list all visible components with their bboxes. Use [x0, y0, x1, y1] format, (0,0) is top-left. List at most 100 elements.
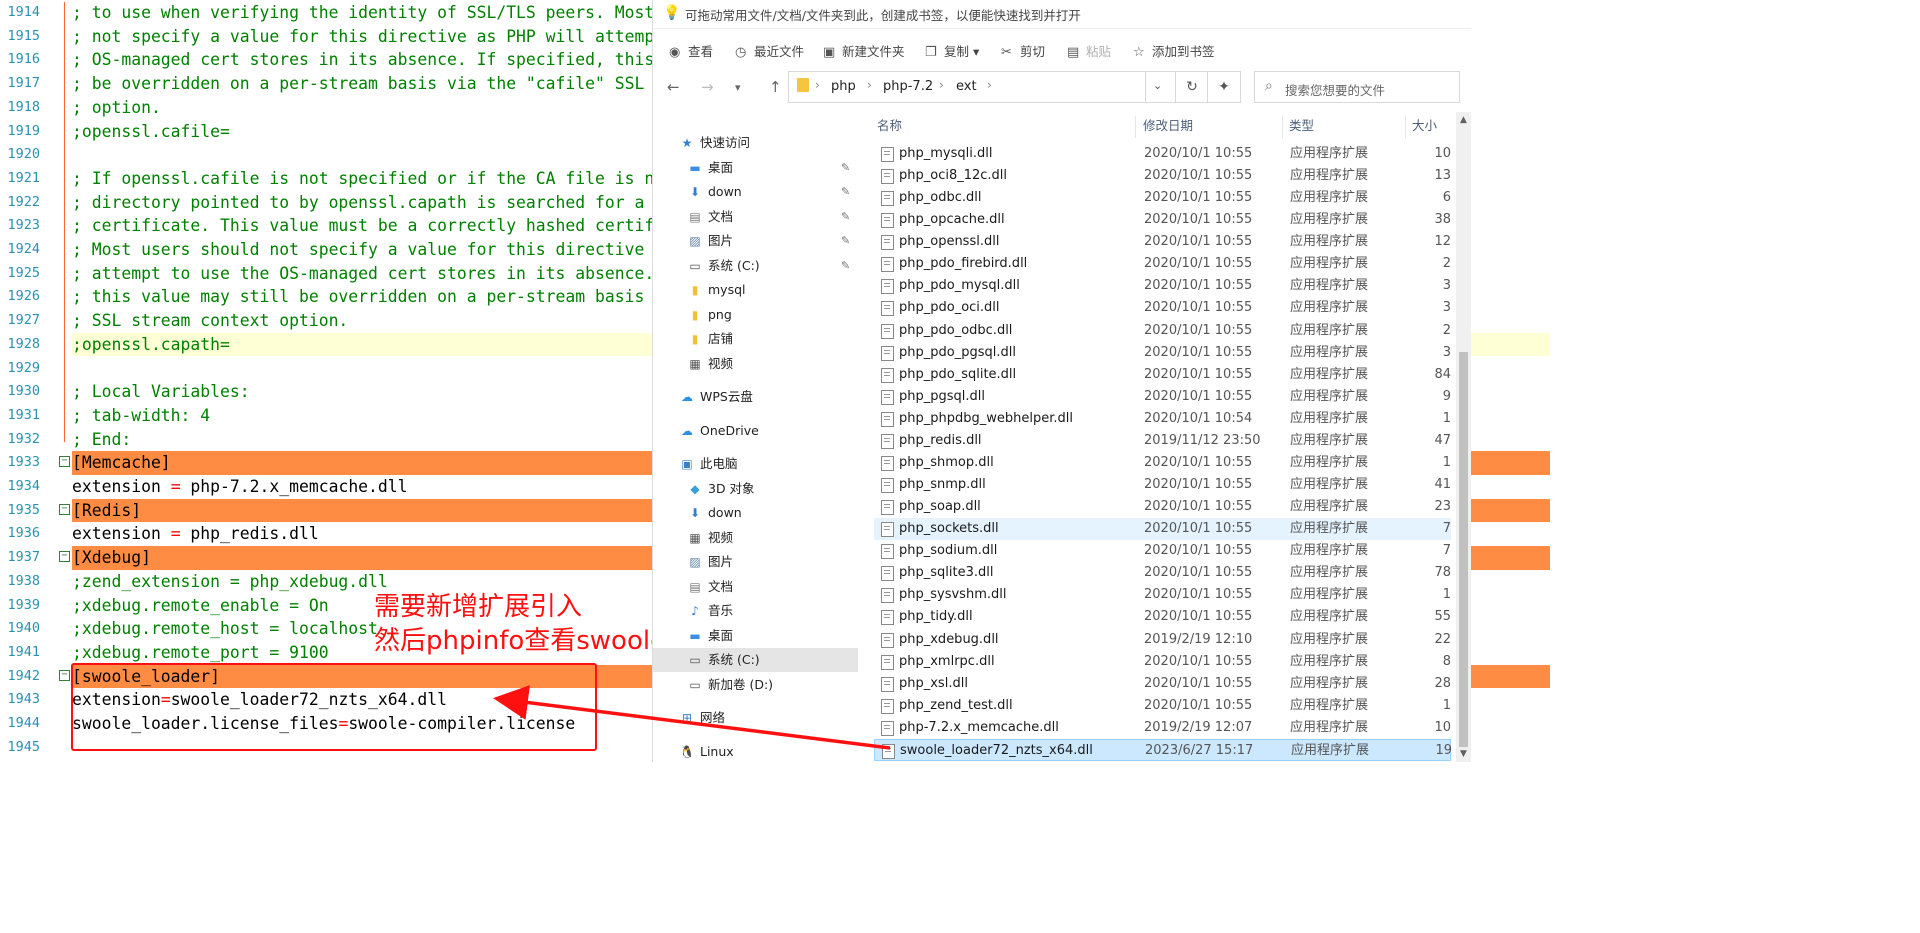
- file-row[interactable]: swoole_loader72_nzts_x64.dll 2023/6/27 15…: [874, 738, 1452, 761]
- sidebar-item[interactable]: ▤ 文档: [653, 575, 858, 599]
- refresh-icon[interactable]: ↻: [1175, 71, 1209, 103]
- file-row[interactable]: php_soap.dll 2020/10/1 10:55 应用程序扩展 23: [874, 496, 1451, 518]
- file-row[interactable]: php_odbc.dll 2020/10/1 10:55 应用程序扩展 6: [874, 187, 1451, 209]
- sidebar-item[interactable]: ▣ 此电脑: [653, 452, 858, 476]
- sidebar-item[interactable]: ▮ mysql: [653, 278, 858, 302]
- scrollbar-thumb[interactable]: [1459, 352, 1468, 747]
- bookmark-bar[interactable]: 💡 可拖动常用文件/文档/文件夹到此，创建成书签，以便能快速找到并打开: [653, 0, 1471, 29]
- column-divider[interactable]: [1282, 116, 1283, 138]
- file-row[interactable]: php_pdo_sqlite.dll 2020/10/1 10:55 应用程序扩展 8…: [874, 364, 1451, 386]
- column-header-date[interactable]: 修改日期: [1143, 112, 1193, 140]
- file-row[interactable]: php_xsl.dll 2020/10/1 10:55 应用程序扩展 28: [874, 673, 1451, 695]
- sidebar-item[interactable]: ◆ 3D 对象: [653, 477, 858, 501]
- file-row[interactable]: php_sodium.dll 2020/10/1 10:55 应用程序扩展 7: [874, 540, 1451, 562]
- breadcrumb-php-7-2[interactable]: php-7.2: [883, 79, 933, 94]
- editor-scrollbar[interactable]: [1550, 0, 1568, 762]
- sidebar-item[interactable]: ★ 快速访问: [653, 131, 858, 155]
- file-list-scrollbar[interactable]: ▲ ▼: [1456, 112, 1471, 762]
- file-date: 2020/10/1 10:55: [1144, 499, 1253, 515]
- sidebar-item[interactable]: ▤ 文档 ✎: [653, 205, 858, 229]
- dll-file-icon: [881, 323, 894, 339]
- sidebar-item[interactable]: ▬ 桌面: [653, 624, 858, 648]
- cut-button[interactable]: ✂ 剪切: [1001, 41, 1045, 60]
- file-size: 6: [1442, 190, 1451, 206]
- sidebar-item[interactable]: ⬇ down: [653, 501, 858, 525]
- sidebar-item[interactable]: ▮ 店铺: [653, 327, 858, 351]
- dll-file-icon: [881, 676, 894, 692]
- operator: =: [170, 524, 181, 544]
- file-row[interactable]: php_sysvshm.dll 2020/10/1 10:55 应用程序扩展 1: [874, 584, 1451, 606]
- sidebar-item[interactable]: ☁ OneDrive: [653, 419, 858, 443]
- sidebar-item[interactable]: ▭ 系统 (C:) ✎: [653, 254, 858, 278]
- recent-files-button[interactable]: ◷ 最近文件: [735, 41, 804, 60]
- fold-toggle-icon[interactable]: −: [59, 456, 70, 468]
- new-folder-button[interactable]: ▣ 新建文件夹: [823, 41, 905, 60]
- pin-icon: ✎: [841, 160, 851, 174]
- fold-toggle-icon[interactable]: −: [59, 503, 70, 515]
- add-bookmark-button[interactable]: ☆ 添加到书签: [1133, 41, 1215, 60]
- sidebar-item[interactable]: ⊞ 网络: [653, 706, 858, 730]
- fold-toggle-icon[interactable]: −: [59, 669, 70, 681]
- column-header-size[interactable]: 大小: [1412, 112, 1437, 140]
- sidebar-item[interactable]: ⬇ down ✎: [653, 180, 858, 204]
- up-arrow-icon[interactable]: ↑: [769, 78, 782, 96]
- sidebar-item[interactable]: ☁ WPS云盘: [653, 385, 858, 409]
- scroll-down-icon[interactable]: ▼: [1456, 746, 1471, 762]
- back-arrow-icon[interactable]: ←: [667, 78, 680, 96]
- file-name: php_phpdbg_webhelper.dll: [899, 410, 1073, 426]
- view-button[interactable]: ◉ 查看: [669, 41, 713, 60]
- breadcrumb-php[interactable]: php: [831, 79, 856, 94]
- sidebar-item[interactable]: ▭ 系统 (C:): [653, 648, 858, 672]
- file-row[interactable]: php_snmp.dll 2020/10/1 10:55 应用程序扩展 41: [874, 474, 1451, 496]
- sidebar-item-label: down: [708, 505, 742, 520]
- file-row[interactable]: php_redis.dll 2019/11/12 23:50 应用程序扩展 47: [874, 430, 1451, 452]
- column-divider[interactable]: [1135, 116, 1136, 138]
- file-row[interactable]: php_pdo_mysql.dll 2020/10/1 10:55 应用程序扩展 3: [874, 275, 1451, 297]
- highlight-box: [71, 663, 597, 751]
- file-row[interactable]: php_sqlite3.dll 2020/10/1 10:55 应用程序扩展 78: [874, 562, 1451, 584]
- file-row[interactable]: php_zend_test.dll 2020/10/1 10:55 应用程序扩展 1: [874, 695, 1451, 717]
- file-row[interactable]: php_xdebug.dll 2019/2/19 12:10 应用程序扩展 22: [874, 629, 1451, 651]
- pin-location-icon[interactable]: ✦: [1207, 71, 1241, 103]
- address-bar[interactable]: › php › php-7.2 › ext › ⌄: [788, 71, 1212, 103]
- file-row[interactable]: php_openssl.dll 2020/10/1 10:55 应用程序扩展 12: [874, 231, 1451, 253]
- navigation-pane: ★ 快速访问 ▬ 桌面 ✎ ⬇ down ✎ ▤ 文档 ✎ ▨ 图片 ✎ ▭ 系统 (C:) ✎ ▮ mysql ▮ p…: [653, 115, 858, 762]
- file-row[interactable]: php_pdo_oci.dll 2020/10/1 10:55 应用程序扩展 3: [874, 297, 1451, 319]
- file-date: 2020/10/1 10:55: [1144, 675, 1253, 691]
- sidebar-item[interactable]: ▨ 图片: [653, 550, 858, 574]
- sidebar-item[interactable]: ▮ png: [653, 303, 858, 327]
- breadcrumb-ext[interactable]: ext: [956, 79, 977, 94]
- sidebar-item[interactable]: ▨ 图片 ✎: [653, 229, 858, 253]
- scroll-up-icon[interactable]: ▲: [1456, 112, 1471, 128]
- address-dropdown-icon[interactable]: ⌄: [1153, 79, 1162, 92]
- file-row[interactable]: php_mysqli.dll 2020/10/1 10:55 应用程序扩展 10: [874, 143, 1451, 165]
- search-box[interactable]: ⌕ 搜索您想要的文件: [1254, 71, 1460, 103]
- sidebar-item[interactable]: 🐧 Linux: [653, 740, 858, 764]
- file-size: 1: [1442, 697, 1451, 713]
- file-row[interactable]: php_shmop.dll 2020/10/1 10:55 应用程序扩展 1: [874, 452, 1451, 474]
- file-row[interactable]: php_pgsql.dll 2020/10/1 10:55 应用程序扩展 9: [874, 386, 1451, 408]
- sidebar-item[interactable]: ▦ 视频: [653, 352, 858, 376]
- sidebar-item[interactable]: ▬ 桌面 ✎: [653, 156, 858, 180]
- file-row[interactable]: php_pdo_pgsql.dll 2020/10/1 10:55 应用程序扩展 3: [874, 342, 1451, 364]
- fold-toggle-icon[interactable]: −: [59, 551, 70, 563]
- file-row[interactable]: php_sockets.dll 2020/10/1 10:55 应用程序扩展 7: [874, 518, 1451, 541]
- file-row[interactable]: php_xmlrpc.dll 2020/10/1 10:55 应用程序扩展 8: [874, 651, 1451, 673]
- sidebar-item[interactable]: ♪ 音乐: [653, 599, 858, 623]
- forward-arrow-icon[interactable]: →: [701, 78, 714, 96]
- file-row[interactable]: php_oci8_12c.dll 2020/10/1 10:55 应用程序扩展 13: [874, 165, 1451, 187]
- sidebar-item[interactable]: ▦ 视频: [653, 526, 858, 550]
- file-row[interactable]: php_tidy.dll 2020/10/1 10:55 应用程序扩展 55: [874, 606, 1451, 628]
- file-row[interactable]: php_opcache.dll 2020/10/1 10:55 应用程序扩展 38: [874, 209, 1451, 231]
- file-row[interactable]: php_pdo_firebird.dll 2020/10/1 10:55 应用程序扩…: [874, 253, 1451, 275]
- file-row[interactable]: php_pdo_odbc.dll 2020/10/1 10:55 应用程序扩展 2: [874, 320, 1451, 342]
- copy-button[interactable]: ❐ 复制 ▾: [925, 41, 979, 60]
- file-row[interactable]: php-7.2.x_memcache.dll 2019/2/19 12:07 应用程…: [874, 717, 1451, 739]
- sidebar-item[interactable]: ▭ 新加卷 (D:): [653, 673, 858, 697]
- recent-locations-icon[interactable]: ▾: [735, 81, 741, 94]
- paste-button[interactable]: ▤ 粘贴: [1067, 41, 1111, 60]
- column-header-type[interactable]: 类型: [1289, 112, 1314, 140]
- column-divider[interactable]: [1405, 116, 1406, 138]
- file-row[interactable]: php_phpdbg_webhelper.dll 2020/10/1 10:54 应…: [874, 408, 1451, 430]
- column-header-name[interactable]: 名称: [877, 112, 902, 140]
